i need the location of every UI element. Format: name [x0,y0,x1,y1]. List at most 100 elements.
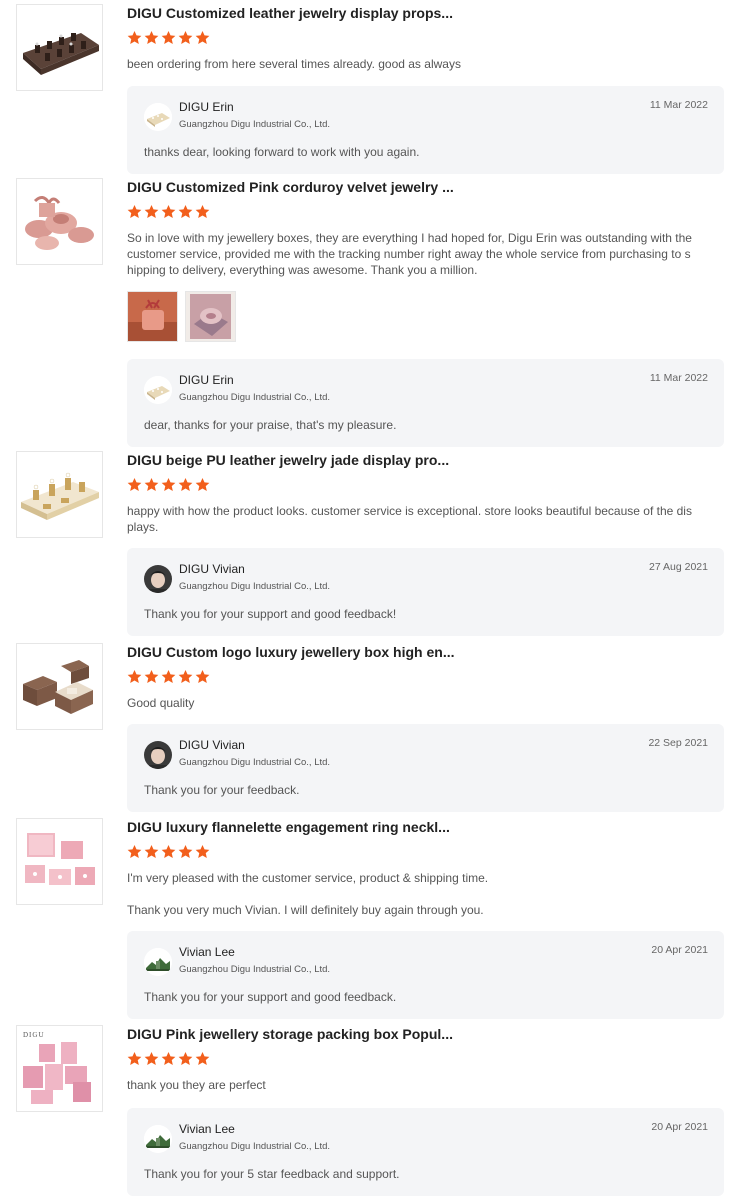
review-comment-text: So in love with my jewellery boxes, they… [127,231,692,277]
star-rating [127,1051,210,1069]
review-photo[interactable] [127,291,178,342]
reply-author-name: DIGU Erin [179,373,234,387]
thumbnail-brand-text: DIGU [23,1031,45,1039]
reply-date: 20 Apr 2021 [651,1121,708,1133]
product-title[interactable]: DIGU Customized leather jewelry display … [127,4,547,22]
reply-text: thanks dear, looking forward to work wit… [144,145,420,159]
star-icon [161,669,176,683]
star-icon [144,844,159,858]
review-comment-text: been ordering from here several times al… [127,57,461,71]
star-rating [127,669,210,687]
star-icon [127,844,142,858]
reply-text: dear, thanks for your praise, that's my … [144,418,397,432]
star-icon [178,30,193,44]
product-thumbnail[interactable] [16,451,103,538]
star-icon [144,669,159,683]
reply-author-name: Vivian Lee [179,1122,235,1136]
product-thumbnail[interactable] [16,178,103,265]
star-icon [178,669,193,683]
review-comment: I'm very pleased with the customer servi… [127,870,697,918]
reply-company: Guangzhou Digu Industrial Co., Ltd. [179,119,331,130]
reply-date: 22 Sep 2021 [648,737,708,749]
review-comment-text: I'm very pleased with the customer servi… [127,871,489,885]
reply-text: Thank you for your support and good feed… [144,607,397,621]
star-icon [195,30,210,44]
star-icon [178,477,193,491]
product-title[interactable]: DIGU beige PU leather jewelry jade displ… [127,451,547,469]
avatar [144,741,172,769]
reply-company: Guangzhou Digu Industrial Co., Ltd. [179,581,331,592]
star-rating [127,844,210,862]
star-icon [144,30,159,44]
star-icon [127,30,142,44]
star-icon [195,477,210,491]
seller-reply: Vivian Lee Guangzhou Digu Industrial Co.… [127,1108,724,1196]
review-comment-text: Good quality [127,696,195,710]
reply-text: Thank you for your support and good feed… [144,990,397,1004]
reply-author-name: Vivian Lee [179,945,235,959]
star-rating [127,30,210,48]
reply-company: Guangzhou Digu Industrial Co., Ltd. [179,1141,331,1152]
seller-reply: DIGU Erin Guangzhou Digu Industrial Co.,… [127,86,724,174]
review-comment-text: thank you they are perfect [127,1078,266,1092]
star-icon [144,477,159,491]
reply-author-name: DIGU Vivian [179,562,245,576]
star-icon [178,204,193,218]
star-rating [127,204,210,222]
seller-reply: DIGU Vivian Guangzhou Digu Industrial Co… [127,724,724,812]
review-comment: been ordering from here several times al… [127,56,697,72]
star-icon [127,669,142,683]
review-comment: thank you they are perfect [127,1077,697,1093]
reply-author-name: DIGU Erin [179,100,234,114]
review-photo[interactable] [185,291,236,342]
product-title[interactable]: DIGU Custom logo luxury jewellery box hi… [127,643,547,661]
product-title[interactable]: DIGU Customized Pink corduroy velvet jew… [127,178,547,196]
star-icon [127,1051,142,1065]
avatar [144,103,172,131]
star-icon [161,844,176,858]
reply-date: 27 Aug 2021 [649,561,708,573]
product-thumbnail[interactable] [16,643,103,730]
reply-company: Guangzhou Digu Industrial Co., Ltd. [179,392,331,403]
avatar [144,1125,172,1153]
reply-company: Guangzhou Digu Industrial Co., Ltd. [179,964,331,975]
seller-reply: DIGU Erin Guangzhou Digu Industrial Co.,… [127,359,724,447]
star-icon [144,1051,159,1065]
star-icon [178,844,193,858]
avatar [144,565,172,593]
reply-company: Guangzhou Digu Industrial Co., Ltd. [179,757,331,768]
reply-text: Thank you for your 5 star feedback and s… [144,1167,400,1181]
star-icon [195,1051,210,1065]
seller-reply: DIGU Vivian Guangzhou Digu Industrial Co… [127,548,724,636]
star-icon [127,477,142,491]
review-comment: So in love with my jewellery boxes, they… [127,230,697,278]
reply-date: 11 Mar 2022 [649,99,708,111]
review-photos [127,291,236,342]
star-icon [178,1051,193,1065]
reply-author-name: DIGU Vivian [179,738,245,752]
star-icon [161,204,176,218]
star-icon [161,30,176,44]
star-icon [161,477,176,491]
star-icon [127,204,142,218]
star-icon [161,1051,176,1065]
review-comment: happy with how the product looks. custom… [127,503,697,535]
product-thumbnail[interactable] [16,818,103,905]
product-thumbnail[interactable]: DIGU [16,1025,103,1112]
seller-reply: Vivian Lee Guangzhou Digu Industrial Co.… [127,931,724,1019]
review-comment: Good quality [127,695,697,711]
avatar [144,948,172,976]
reply-date: 11 Mar 2022 [649,372,708,384]
product-thumbnail[interactable] [16,4,103,91]
reply-date: 20 Apr 2021 [651,944,708,956]
star-icon [195,204,210,218]
star-icon [195,844,210,858]
product-title[interactable]: DIGU luxury flannelette engagement ring … [127,818,547,836]
review-comment-text: Thank you very much Vivian. I will defin… [127,903,484,917]
avatar [144,376,172,404]
review-comment-text: happy with how the product looks. custom… [127,504,692,534]
star-icon [144,204,159,218]
product-title[interactable]: DIGU Pink jewellery storage packing box … [127,1025,547,1043]
star-icon [195,669,210,683]
star-rating [127,477,210,495]
